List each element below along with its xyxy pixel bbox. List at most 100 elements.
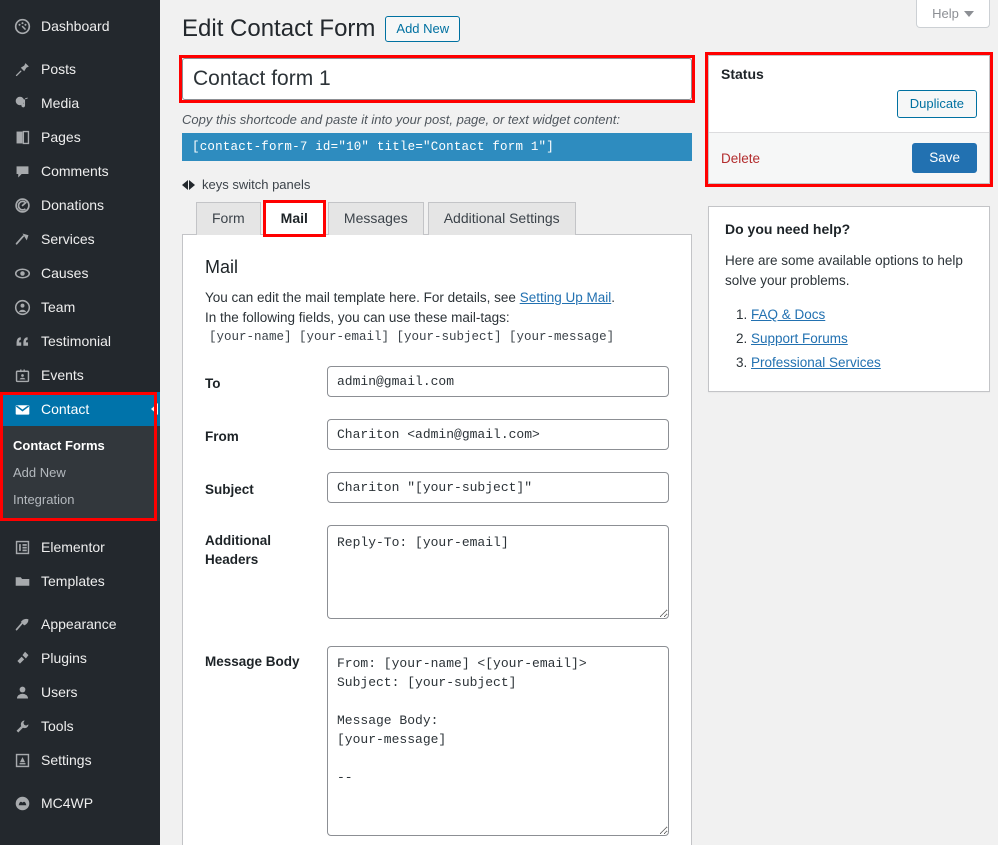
- sidebar-item-plugins[interactable]: Plugins: [0, 641, 160, 675]
- left-right-arrows-icon: [182, 179, 195, 190]
- sidebar-item-users[interactable]: Users: [0, 675, 160, 709]
- add-new-button[interactable]: Add New: [385, 16, 461, 42]
- help-link-faq-docs[interactable]: FAQ & Docs: [751, 307, 825, 322]
- right-sidebar: Status Duplicate Delete Save Do you need…: [705, 52, 993, 392]
- sidebar-item-label: Services: [41, 231, 95, 247]
- team-icon: [12, 299, 32, 316]
- sidebar-item-label: Tools: [41, 718, 74, 734]
- status-box-body: Duplicate: [709, 82, 989, 132]
- chevron-down-icon: [963, 10, 974, 17]
- help-link-professional-services[interactable]: Professional Services: [751, 355, 881, 370]
- page-title: Edit Contact Form: [182, 15, 376, 42]
- field-label-to: To: [205, 376, 221, 391]
- sidebar-item-label: Elementor: [41, 539, 105, 555]
- sidebar-item-label: Comments: [41, 163, 109, 179]
- users-icon: [12, 684, 32, 701]
- sidebar-item-services[interactable]: Services: [0, 222, 160, 256]
- sidebar-divider: [0, 598, 160, 607]
- media-icon: [12, 95, 32, 112]
- help-box: Do you need help? Here are some availabl…: [708, 206, 990, 392]
- help-link-support-forums[interactable]: Support Forums: [751, 331, 848, 346]
- sidebar-item-comments[interactable]: Comments: [0, 154, 160, 188]
- delete-link[interactable]: Delete: [721, 151, 760, 166]
- tab-messages[interactable]: Messages: [327, 202, 424, 235]
- sidebar-item-tools[interactable]: Tools: [0, 709, 160, 743]
- sidebar-item-label: Media: [41, 95, 80, 111]
- causes-icon: [12, 265, 32, 282]
- donations-icon: [12, 197, 32, 214]
- settings-icon: [12, 752, 32, 769]
- mail-panel: Mail You can edit the mail template here…: [182, 234, 692, 845]
- duplicate-button[interactable]: Duplicate: [896, 90, 977, 118]
- sidebar-divider: [0, 43, 160, 52]
- dashboard-icon: [12, 18, 32, 35]
- sidebar-item-media[interactable]: Media: [0, 86, 160, 120]
- sidebar-item-templates[interactable]: Templates: [0, 564, 160, 598]
- field-control-message-body: From: [your-name] <[your-email]> Subject…: [327, 646, 669, 841]
- submenu-item-contact-forms[interactable]: Contact Forms: [0, 432, 160, 459]
- sidebar-item-posts[interactable]: Posts: [0, 52, 160, 86]
- status-box: Status Duplicate Delete Save: [708, 55, 990, 184]
- field-row-to: To: [205, 366, 669, 397]
- additional-headers-field[interactable]: Reply-To: [your-email]: [327, 525, 669, 619]
- mail-desc-post: .: [611, 290, 615, 305]
- sidebar-item-label: Plugins: [41, 650, 87, 666]
- list-item: Professional Services: [751, 351, 973, 375]
- sidebar-item-label: Donations: [41, 197, 105, 213]
- tab-additional-settings[interactable]: Additional Settings: [427, 202, 576, 235]
- sidebar-item-label: Events: [41, 367, 84, 383]
- field-label-additional-headers: Additional Headers: [205, 533, 271, 567]
- tools-icon: [12, 718, 32, 735]
- shortcode-field[interactable]: [182, 133, 692, 161]
- sidebar-item-label: Dashboard: [41, 18, 110, 34]
- sidebar-item-label: Settings: [41, 752, 92, 768]
- sidebar-item-mc4wp[interactable]: MC4WP: [0, 786, 160, 820]
- form-title-input[interactable]: [182, 58, 692, 100]
- field-control-subject: [327, 472, 669, 503]
- sidebar-item-testimonial[interactable]: Testimonial: [0, 324, 160, 358]
- tab-form[interactable]: Form: [196, 202, 261, 235]
- mail-desc-pre: You can edit the mail template here. For…: [205, 290, 520, 305]
- to-field[interactable]: [327, 366, 669, 397]
- field-control-from: [327, 419, 669, 450]
- pages-icon: [12, 129, 32, 146]
- sidebar-divider: [0, 521, 160, 530]
- sidebar-item-contact[interactable]: Contact: [0, 392, 160, 426]
- envelope-icon: [12, 401, 32, 418]
- mail-panel-heading: Mail: [205, 257, 239, 277]
- sidebar-item-label: Appearance: [41, 616, 117, 632]
- sidebar-item-appearance[interactable]: Appearance: [0, 607, 160, 641]
- tab-mail[interactable]: Mail: [262, 200, 327, 237]
- subject-field[interactable]: [327, 472, 669, 503]
- field-row-additional-headers: Additional Headers Reply-To: [your-email…: [205, 525, 669, 624]
- help-button[interactable]: Help: [916, 0, 990, 28]
- submenu-item-integration[interactable]: Integration: [0, 486, 160, 513]
- sidebar-item-elementor[interactable]: Elementor: [0, 530, 160, 564]
- field-row-from: From: [205, 419, 669, 450]
- sidebar-item-label: Team: [41, 299, 76, 315]
- mail-panel-description: You can edit the mail template here. For…: [205, 288, 669, 328]
- status-box-footer: Delete Save: [709, 132, 989, 183]
- setting-up-mail-link[interactable]: Setting Up Mail: [520, 290, 612, 305]
- field-control-to: [327, 366, 669, 397]
- field-label-message-body: Message Body: [205, 654, 300, 669]
- field-label-from: From: [205, 429, 239, 444]
- folder-icon: [12, 573, 32, 590]
- help-box-title: Do you need help?: [725, 221, 851, 237]
- message-body-field[interactable]: From: [your-name] <[your-email]> Subject…: [327, 646, 669, 836]
- sidebar-item-donations[interactable]: Donations: [0, 188, 160, 222]
- sidebar-item-dashboard[interactable]: Dashboard: [0, 9, 160, 43]
- submenu-arrow-icon: [151, 403, 158, 415]
- sidebar-item-label: Templates: [41, 573, 105, 589]
- sidebar-item-events[interactable]: Events: [0, 358, 160, 392]
- sidebar-item-settings[interactable]: Settings: [0, 743, 160, 777]
- save-button[interactable]: Save: [912, 143, 977, 173]
- comments-icon: [12, 163, 32, 180]
- submenu-item-add-new[interactable]: Add New: [0, 459, 160, 486]
- sidebar-item-causes[interactable]: Causes: [0, 256, 160, 290]
- sidebar-item-label: Users: [41, 684, 78, 700]
- from-field[interactable]: [327, 419, 669, 450]
- sidebar-item-team[interactable]: Team: [0, 290, 160, 324]
- sidebar-item-pages[interactable]: Pages: [0, 120, 160, 154]
